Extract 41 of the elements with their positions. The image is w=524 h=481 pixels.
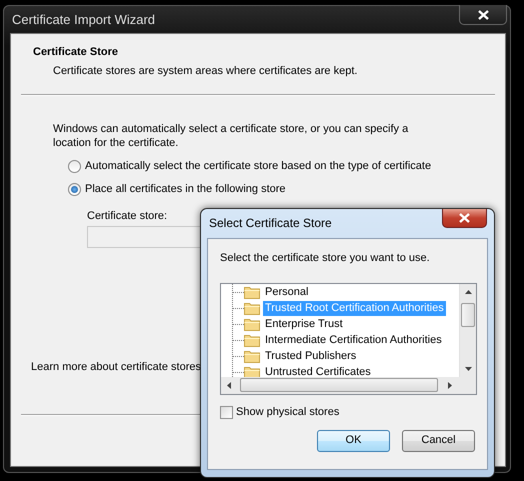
close-icon bbox=[478, 10, 488, 20]
window-title: Certificate Import Wizard bbox=[12, 12, 156, 29]
horizontal-scrollbar[interactable] bbox=[221, 377, 476, 394]
close-icon bbox=[459, 213, 470, 223]
vertical-scrollbar[interactable] bbox=[459, 284, 476, 378]
tree-item[interactable]: Intermediate Certification Authorities bbox=[263, 332, 444, 348]
scroll-thumb[interactable] bbox=[240, 378, 438, 392]
checkbox[interactable] bbox=[220, 406, 233, 419]
close-button[interactable] bbox=[442, 209, 487, 228]
store-tree[interactable]: Personal Trusted Root Certification Authorities Enterprise Trust Intermediate Certification Authorities Trusted Publishers Untrusted Certificates bbox=[220, 283, 477, 396]
folder-icon bbox=[244, 349, 260, 364]
radio-label: Automatically select the certificate store based on the type of certificate bbox=[85, 159, 432, 174]
learn-more-text: Learn more about bbox=[31, 361, 119, 374]
tree-item[interactable]: Untrusted Certificates bbox=[263, 364, 373, 378]
learn-more-link[interactable]: certificate stores bbox=[120, 361, 201, 374]
page-heading: Certificate Store bbox=[32, 45, 119, 60]
folder-icon bbox=[244, 285, 260, 300]
scroll-down-icon bbox=[465, 367, 472, 372]
prompt-text: Select the certificate store you want to use. bbox=[220, 251, 431, 266]
scroll-right-icon bbox=[448, 382, 452, 390]
scroll-up-icon bbox=[465, 290, 472, 294]
radio-button[interactable] bbox=[68, 183, 81, 196]
folder-icon bbox=[244, 317, 260, 332]
dialog-title: Select Certificate Store bbox=[209, 216, 332, 232]
tree-item[interactable]: Trusted Publishers bbox=[263, 348, 358, 364]
radio-button[interactable] bbox=[68, 160, 81, 173]
close-button[interactable] bbox=[459, 5, 507, 25]
instruction-text: Windows can automatically select a certificate store, or you can specify a location for the certificate. bbox=[53, 122, 410, 150]
scroll-thumb[interactable] bbox=[461, 303, 475, 328]
scroll-left-icon bbox=[227, 382, 231, 390]
tree-item[interactable]: Personal bbox=[263, 284, 310, 300]
radio-label: Place all certificates in the following store bbox=[85, 182, 286, 197]
folder-icon bbox=[244, 333, 260, 348]
checkbox-label: Show physical stores bbox=[236, 405, 340, 420]
cancel-button[interactable]: Cancel bbox=[402, 430, 475, 452]
tree-item[interactable]: Enterprise Trust bbox=[263, 316, 345, 332]
field-label: Certificate store: bbox=[87, 208, 168, 224]
folder-icon bbox=[244, 301, 260, 316]
ok-button[interactable]: OK bbox=[317, 430, 390, 452]
folder-icon bbox=[244, 365, 260, 378]
page-description: Certificate stores are system areas where certificates are kept. bbox=[53, 64, 358, 79]
